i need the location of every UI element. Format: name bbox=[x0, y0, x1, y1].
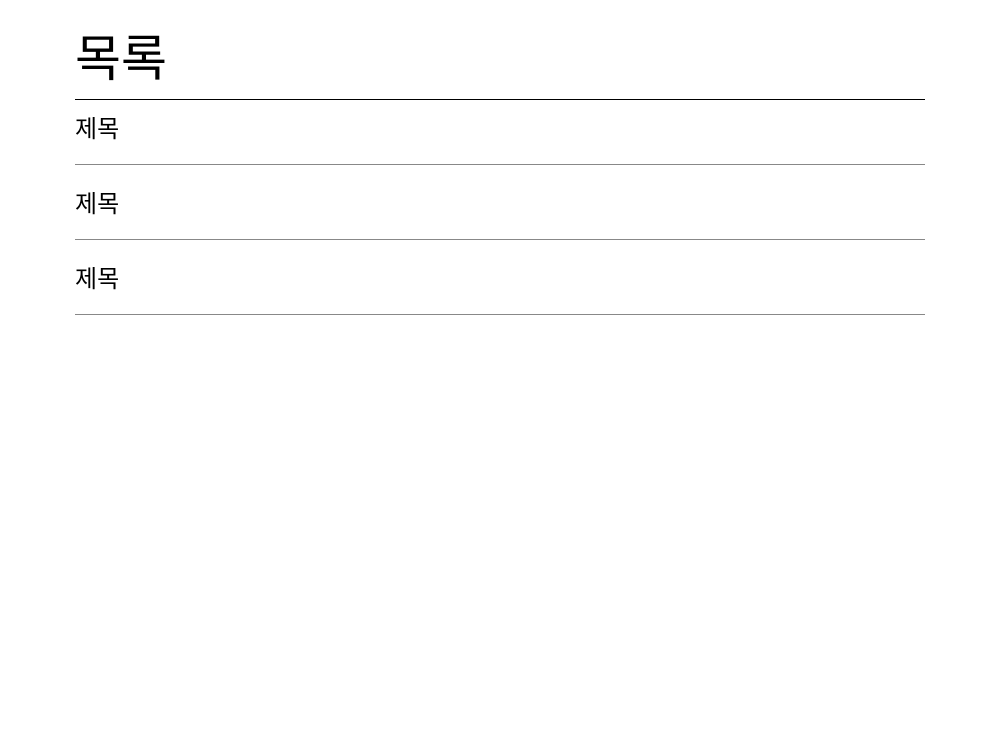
list-item[interactable]: 제목 bbox=[75, 175, 925, 240]
item-list: 제목 제목 제목 bbox=[75, 100, 925, 315]
list-item[interactable]: 제목 bbox=[75, 250, 925, 315]
list-page: 목록 제목 제목 제목 bbox=[75, 0, 925, 315]
page-title: 목록 bbox=[75, 0, 925, 100]
list-item[interactable]: 제목 bbox=[75, 100, 925, 165]
